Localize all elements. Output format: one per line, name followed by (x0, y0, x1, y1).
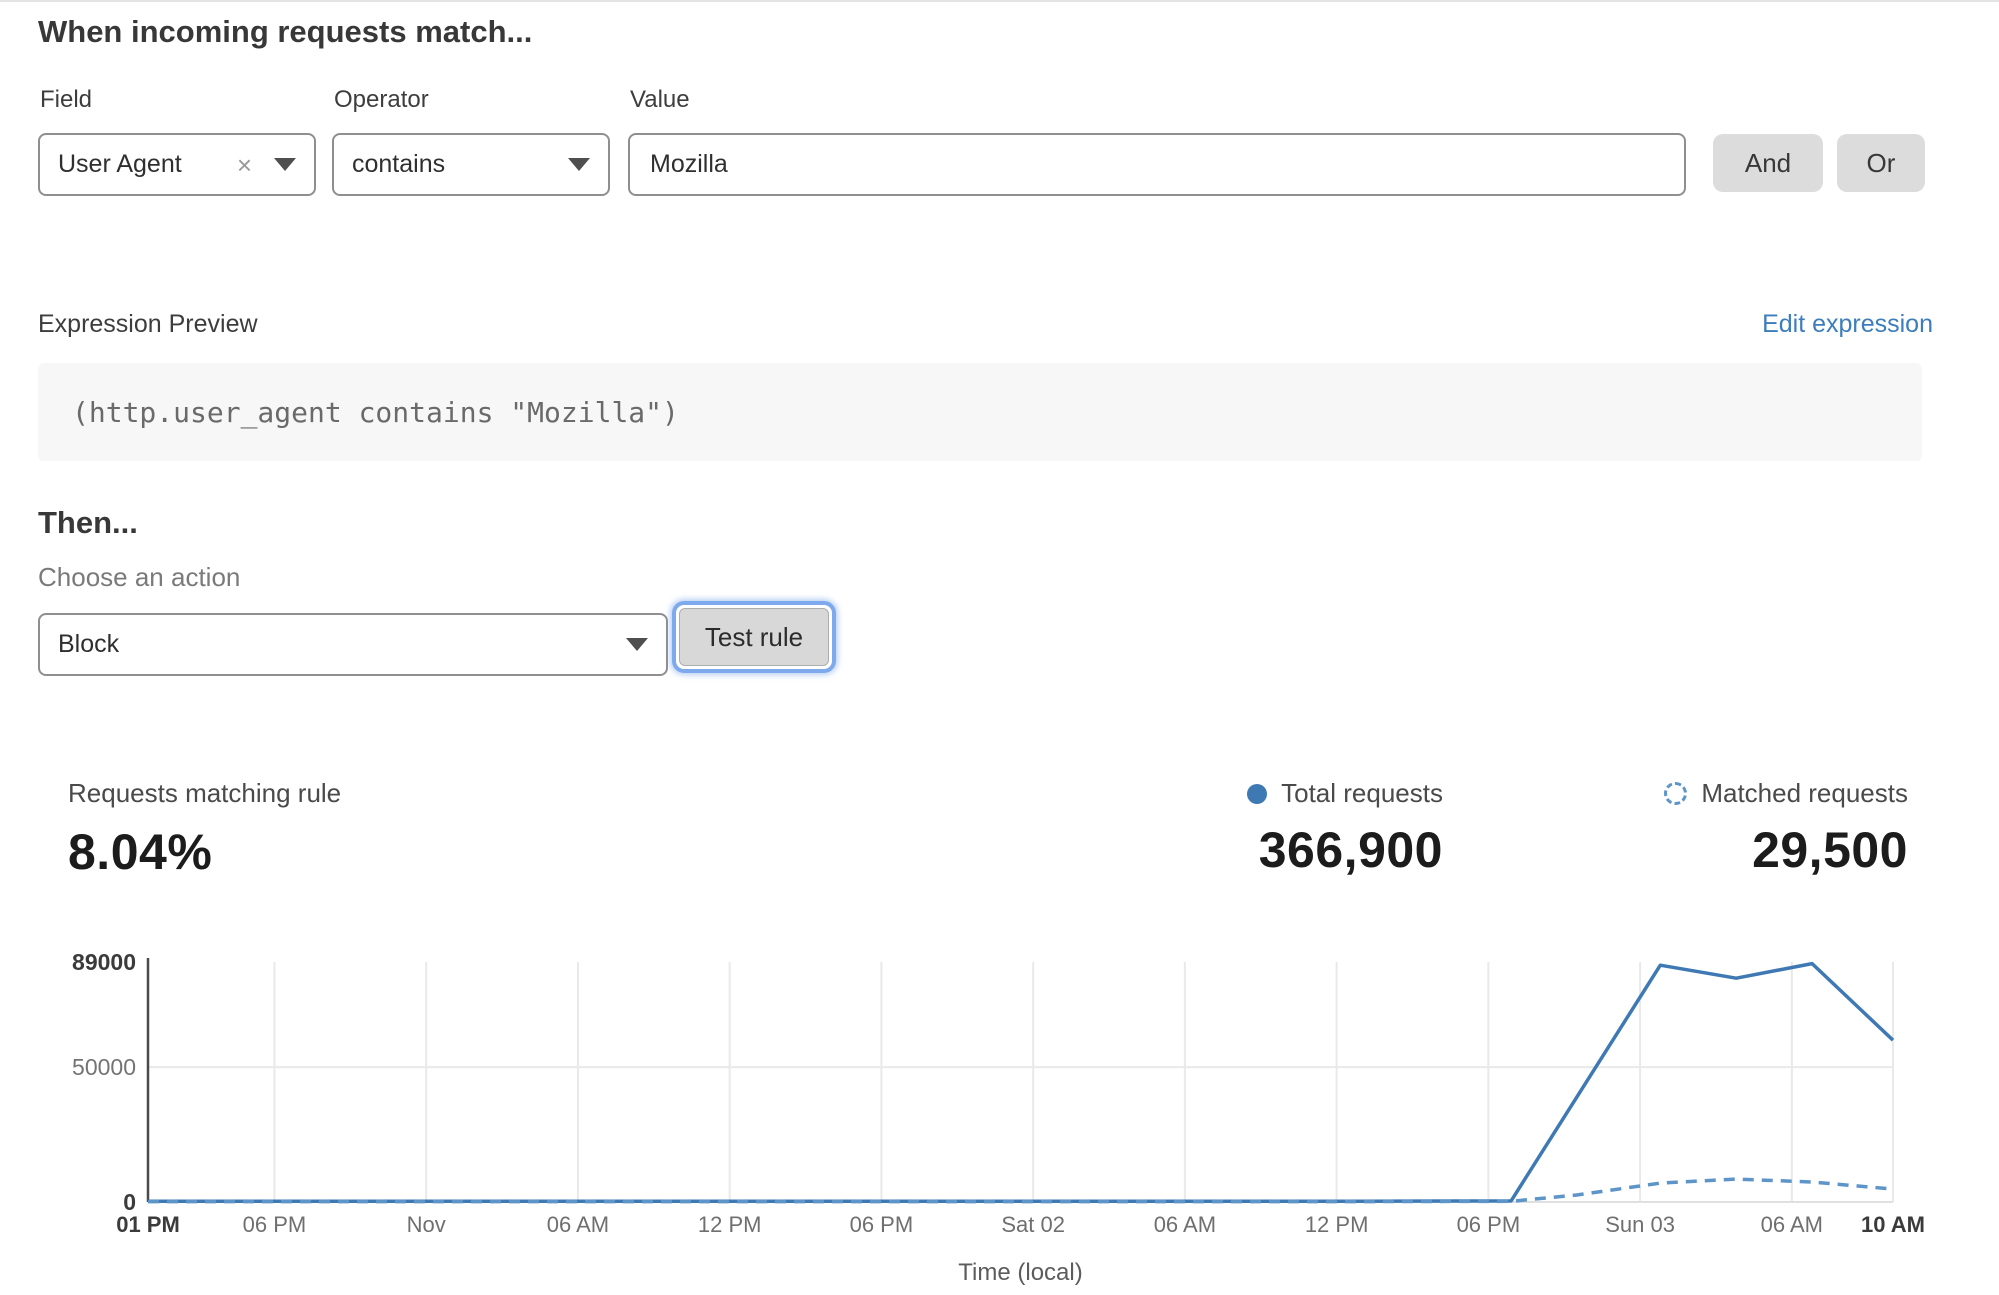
svg-text:Nov: Nov (407, 1212, 446, 1237)
svg-text:01 PM: 01 PM (116, 1212, 180, 1237)
svg-text:06 PM: 06 PM (1457, 1212, 1521, 1237)
field-select-value: User Agent (58, 150, 182, 179)
top-divider (0, 0, 1999, 2)
svg-text:10 AM: 10 AM (1861, 1212, 1925, 1237)
action-select-value: Block (58, 630, 119, 659)
value-label: Value (630, 86, 690, 114)
svg-text:50000: 50000 (72, 1054, 136, 1080)
solid-dot-icon (1247, 784, 1267, 804)
svg-text:Sun 03: Sun 03 (1605, 1212, 1675, 1237)
svg-text:Sat 02: Sat 02 (1001, 1212, 1065, 1237)
value-input[interactable] (628, 133, 1686, 196)
svg-text:12 PM: 12 PM (1305, 1212, 1369, 1237)
and-button[interactable]: And (1713, 134, 1823, 192)
field-select[interactable]: User Agent × (38, 133, 316, 196)
requests-matching-value: 8.04% (68, 823, 341, 881)
svg-text:06 AM: 06 AM (1761, 1212, 1823, 1237)
firewall-rule-builder: When incoming requests match... Field Op… (0, 0, 1999, 1295)
edit-expression-link[interactable]: Edit expression (1762, 310, 1933, 339)
operator-label: Operator (334, 86, 429, 114)
total-requests-stat: Total requests 366,900 (1247, 778, 1443, 879)
field-label: Field (40, 86, 92, 114)
total-requests-value: 366,900 (1259, 821, 1443, 879)
then-heading: Then... (38, 505, 138, 541)
svg-text:06 AM: 06 AM (547, 1212, 609, 1237)
total-requests-legend: Total requests (1247, 778, 1443, 809)
svg-text:Time (local): Time (local) (958, 1259, 1082, 1286)
requests-matching-label: Requests matching rule (68, 778, 341, 808)
action-select[interactable]: Block (38, 613, 668, 676)
requests-matching-stat: Requests matching rule 8.04% (68, 778, 341, 881)
operator-select-value: contains (352, 150, 445, 179)
matched-requests-label: Matched requests (1701, 778, 1908, 809)
match-heading: When incoming requests match... (38, 14, 532, 50)
matched-requests-value: 29,500 (1752, 821, 1908, 879)
or-button[interactable]: Or (1837, 134, 1925, 192)
choose-action-label: Choose an action (38, 562, 240, 593)
svg-text:12 PM: 12 PM (698, 1212, 762, 1237)
chevron-down-icon[interactable] (626, 638, 648, 651)
operator-select[interactable]: contains (332, 133, 610, 196)
total-requests-label: Total requests (1281, 778, 1443, 809)
matched-requests-stat: Matched requests 29,500 (1664, 778, 1908, 879)
expression-preview-label: Expression Preview (38, 310, 258, 339)
chevron-down-icon[interactable] (274, 158, 296, 171)
expression-code: (http.user_agent contains "Mozilla") (72, 396, 679, 429)
svg-text:06 PM: 06 PM (850, 1212, 914, 1237)
matched-requests-legend: Matched requests (1664, 778, 1908, 809)
test-rule-focus-ring: Test rule (672, 601, 836, 673)
svg-text:89000: 89000 (72, 950, 136, 975)
dashed-circle-icon (1664, 782, 1687, 805)
requests-line-chart: 0500008900001 PM06 PMNov06 AM12 PM06 PMS… (0, 950, 1999, 1295)
svg-text:06 AM: 06 AM (1154, 1212, 1216, 1237)
svg-text:06 PM: 06 PM (243, 1212, 307, 1237)
expression-preview-box: (http.user_agent contains "Mozilla") (38, 363, 1922, 461)
clear-icon[interactable]: × (237, 152, 252, 178)
test-rule-button[interactable]: Test rule (679, 608, 829, 666)
chevron-down-icon[interactable] (568, 158, 590, 171)
